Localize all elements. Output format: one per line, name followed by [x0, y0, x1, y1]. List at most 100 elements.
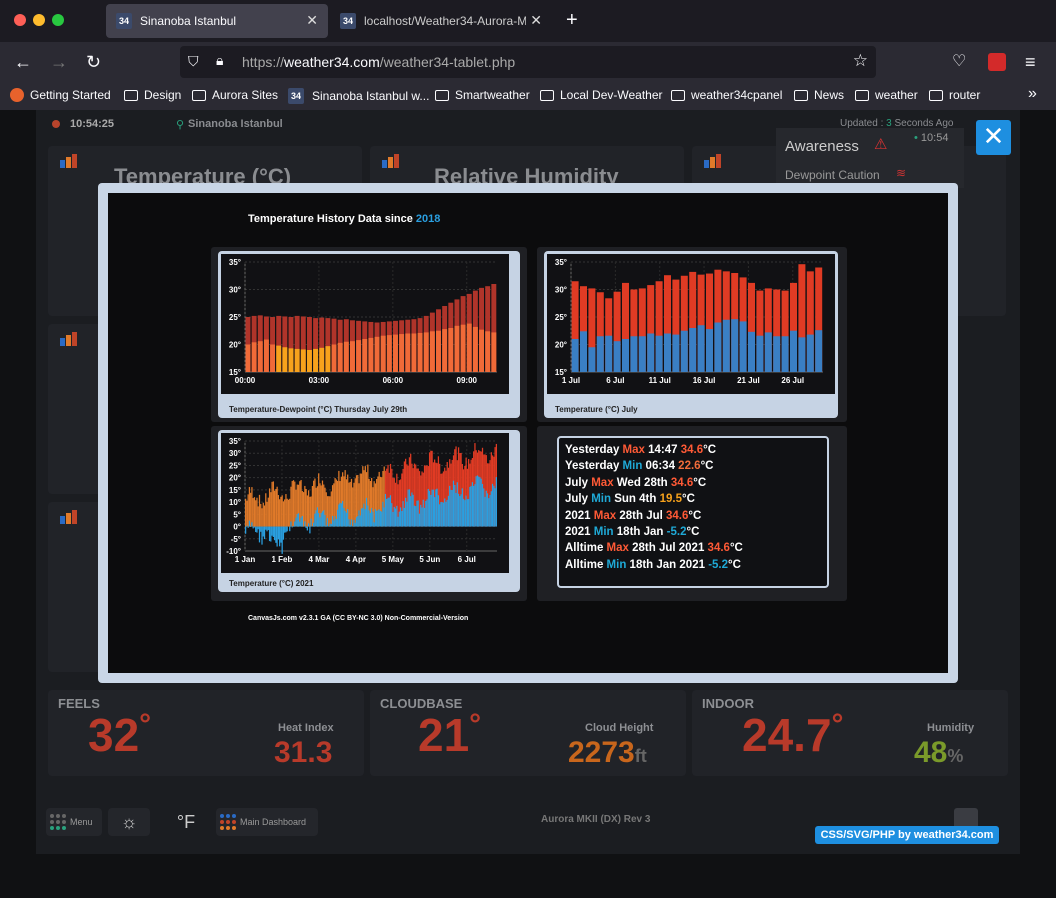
theme-toggle-button[interactable]: ☼	[108, 808, 150, 836]
bookmark-label: Local Dev-Weather	[560, 88, 663, 102]
min-bar	[363, 503, 365, 527]
min-bar	[391, 503, 393, 527]
min-bar	[268, 526, 271, 542]
min-bar	[386, 498, 388, 527]
min-bar	[413, 505, 416, 527]
max-bar	[354, 478, 356, 527]
folder-icon	[855, 89, 869, 101]
min-bar	[248, 520, 251, 527]
bookmark-item[interactable]: router	[929, 88, 980, 102]
dashboard-grid-icon	[220, 814, 236, 830]
reload-icon[interactable]: ↻	[86, 52, 101, 72]
dewpoint-bar	[485, 331, 491, 372]
x-tick-label: 5 May	[382, 555, 405, 564]
max-bar	[256, 497, 258, 527]
menu-button[interactable]: Menu	[46, 808, 102, 836]
min-bar	[389, 495, 392, 527]
more-bookmarks-icon[interactable]: »	[1028, 85, 1037, 103]
bookmark-item[interactable]: Smartweather	[435, 88, 530, 102]
min-bar	[426, 499, 428, 527]
bookmark-item[interactable]: Getting Started	[10, 88, 111, 102]
tab-sinanoba[interactable]: 34 Sinanoba Istanbul ✕	[106, 4, 328, 38]
max-bar	[292, 480, 295, 527]
min-bar	[393, 506, 395, 527]
close-tab-icon[interactable]: ✕	[306, 12, 318, 29]
max-bar	[313, 480, 315, 527]
chart-caption: Temperature (°C) July	[555, 405, 638, 414]
y-tick-label: 0°	[233, 523, 241, 532]
chart-frame: 15° 20° 25° 30° 35° 00:00 03:00 06:00 09:00 Temp…	[218, 251, 520, 418]
close-modal-button[interactable]: ✕	[976, 120, 1011, 155]
y-tick-label: 20°	[229, 474, 241, 483]
stat-text: -5.2	[666, 525, 687, 538]
stat-text: 34.6	[670, 476, 694, 489]
dewpoint-bar	[263, 339, 269, 372]
new-tab-icon[interactable]: +	[566, 10, 578, 30]
extension-icon[interactable]	[988, 53, 1006, 71]
bookmark-item[interactable]: 34 Sinanoba Istanbul w...	[288, 88, 429, 104]
y-tick-label: 10°	[229, 498, 241, 507]
min-bar	[446, 499, 448, 527]
min-bar	[374, 509, 377, 527]
min-bar	[672, 334, 680, 372]
min-bar	[348, 519, 350, 527]
unit-toggle-button[interactable]: °F	[172, 808, 200, 836]
min-bar	[301, 515, 303, 527]
min-bar	[798, 337, 806, 372]
bookmark-item[interactable]: weather	[855, 88, 918, 102]
min-bar	[454, 484, 456, 527]
bookmark-item[interactable]: Design	[124, 88, 181, 102]
min-bar	[378, 509, 380, 527]
max-bar	[349, 481, 351, 527]
main-dashboard-label: Main Dashboard	[240, 817, 307, 827]
min-bar	[336, 509, 339, 527]
pocket-icon[interactable]: ♡	[952, 52, 966, 72]
maximize-window-icon[interactable]	[52, 14, 64, 26]
min-bar	[455, 492, 457, 527]
min-bar	[289, 526, 291, 532]
max-bar	[273, 490, 276, 527]
min-bar	[464, 500, 466, 527]
dewpoint-bar	[313, 348, 319, 372]
min-bar	[384, 493, 387, 527]
max-bar	[258, 494, 261, 527]
url-bar[interactable]: ⛉ 🔒︎ https://weather34.com/weather34-tab…	[180, 46, 876, 78]
tab-localhost[interactable]: 34 localhost/Weather34-Aurora-MK ✕	[330, 4, 552, 38]
min-bar	[350, 519, 353, 527]
lock-icon[interactable]: 🔒︎	[216, 52, 223, 69]
credit-badge[interactable]: CSS/SVG/PHP by weather34.com	[815, 826, 999, 844]
bookmark-item[interactable]: Local Dev-Weather	[540, 88, 663, 102]
y-tick-label: 15°	[229, 486, 241, 495]
min-bar	[714, 322, 722, 372]
x-tick-label: 4 Apr	[346, 555, 366, 564]
main-dashboard-button[interactable]: Main Dashboard	[216, 808, 318, 836]
stat-text: Min	[591, 493, 612, 506]
bookmark-item[interactable]: News	[794, 88, 844, 102]
bookmark-label: Sinanoba Istanbul w...	[312, 89, 430, 103]
dewpoint-bar	[399, 334, 405, 372]
y-tick-label: 25°	[229, 461, 241, 470]
bookmark-star-icon[interactable]: ☆	[853, 51, 868, 71]
stat-text: °C	[686, 525, 700, 538]
min-bar	[265, 526, 267, 530]
stat-text: 28th Jul	[616, 509, 667, 522]
stat-text: Alltime	[565, 558, 607, 571]
bookmark-item[interactable]: Aurora Sites	[192, 88, 278, 102]
dewpoint-bar	[411, 333, 417, 372]
chart-icon	[382, 154, 400, 168]
minimize-window-icon[interactable]	[33, 14, 45, 26]
back-icon[interactable]: ←	[14, 52, 32, 72]
min-bar	[261, 526, 263, 545]
shield-icon[interactable]: ⛉	[188, 53, 199, 70]
hamburger-menu-icon[interactable]: ≡	[1025, 52, 1036, 72]
min-bar	[358, 510, 360, 527]
bookmark-item[interactable]: weather34cpanel	[671, 88, 782, 102]
min-bar	[596, 336, 604, 372]
close-tab-icon[interactable]: ✕	[526, 12, 542, 29]
close-window-icon[interactable]	[14, 14, 26, 26]
forward-icon[interactable]: →	[50, 52, 68, 72]
min-bar	[284, 526, 286, 533]
dewpoint-bar	[423, 332, 429, 372]
folder-icon	[671, 89, 685, 101]
min-bar	[449, 485, 451, 527]
